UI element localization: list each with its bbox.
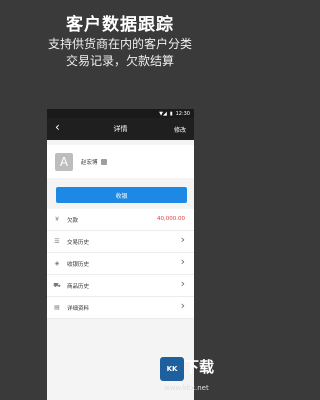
list-item-details[interactable]: ▤ 详细资料 › [47,297,194,319]
tag-icon [100,158,107,165]
status-bar: ▼◢ ▮ 12:30 [47,109,194,118]
list-item-cash-history[interactable]: ◈ 收银历史 › [47,253,194,275]
promo-title: 客户数据跟踪 [66,15,174,35]
list-item-label: 收银历史 [67,261,90,268]
list-item-debt: ¥ 欠款 40,000.00 [47,209,194,231]
status-time: 12:30 [175,110,190,117]
list-icon: ☰ [54,238,60,245]
yen-icon: ¥ [55,216,59,223]
debt-amount: 40,000.00 [157,216,185,222]
chevron-right-icon: › [180,277,185,290]
chevron-right-icon: › [180,255,185,268]
battery-icon: ▮ [169,110,173,117]
money-icon: ◈ [54,260,60,267]
document-icon: ▤ [54,304,60,311]
page-title: 详情 [113,125,128,133]
promo-subtitle-line1: 支持供货商在内的客户分类 [47,37,192,51]
list-item-transaction-history[interactable]: ☰ 交易历史 › [47,231,194,253]
cash-register-button[interactable]: 收银 [56,187,187,203]
signal-icon: ▼◢ [159,110,167,117]
avatar: A [55,152,73,171]
chevron-left-icon[interactable]: ‹ [55,120,60,134]
edit-button[interactable]: 修改 [174,125,186,134]
customer-name: 赵宏博 [81,159,98,166]
chevron-right-icon: › [180,233,185,246]
list-item-label: 交易历史 [67,239,90,246]
detail-list: ¥ 欠款 40,000.00 ☰ 交易历史 › ◈ 收银历史 › ⛟ 商品历史 … [47,209,194,319]
watermark-text: 下载 [184,358,215,376]
list-item-label: 欠款 [67,217,79,224]
cart-icon: ⛟ [53,281,61,289]
watermark-logo: KK [160,357,184,381]
watermark-url: www.kkx.net [164,384,209,392]
list-item-label: 详细资料 [67,305,90,312]
list-item-product-history[interactable]: ⛟ 商品历史 › [47,275,194,297]
chevron-right-icon: › [180,299,185,312]
list-item-label: 商品历史 [67,283,90,290]
navbar: ‹ 详情 修改 [47,118,194,140]
promo-subtitle-line2: 交易记录，欠款结算 [65,54,174,68]
promo-subtitle: 支持供货商在内的客户分类 交易记录，欠款结算 [0,36,240,70]
profile-card: A 赵宏博 [47,145,194,178]
